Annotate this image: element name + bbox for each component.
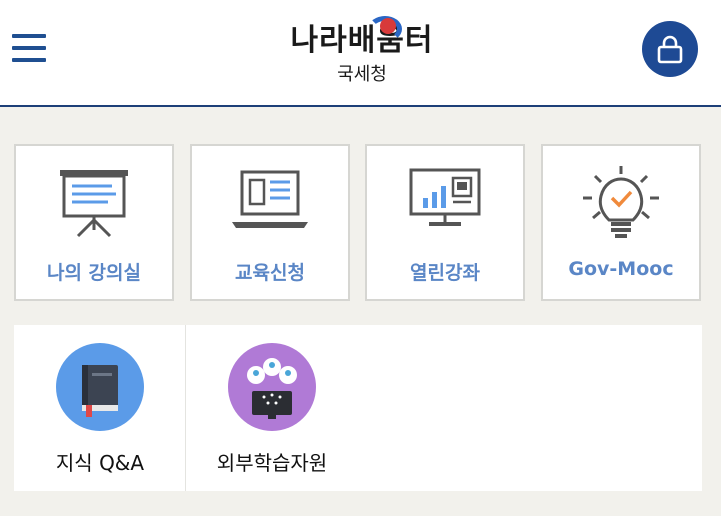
tile-gov-mooc[interactable]: Gov-Mooc — [541, 144, 701, 301]
menu-button[interactable] — [12, 32, 48, 64]
logo-dot-icon — [380, 18, 396, 34]
logo-title: 나라배움터 — [290, 23, 434, 58]
quick-menu-tiles: 나의 강의실 교육신청 열린강좌 Gov-Mooc — [14, 144, 706, 301]
monitor-chart-icon — [367, 164, 523, 244]
tile-label: 나의 강의실 — [46, 262, 141, 284]
book-icon — [56, 343, 144, 431]
resource-knowledge-qa[interactable]: 지식 Q&A — [14, 325, 186, 491]
presentation-board-icon — [16, 164, 172, 244]
site-logo[interactable]: 나라배움터 국세청 — [262, 14, 462, 100]
hamburger-menu-icon — [12, 34, 46, 38]
learning-resources-panel: 지식 Q&A 외부학습자원 — [14, 325, 702, 491]
tile-open-lectures[interactable]: 열린강좌 — [365, 144, 525, 301]
app-header: 나라배움터 국세청 — [0, 0, 721, 107]
tile-my-classroom[interactable]: 나의 강의실 — [14, 144, 174, 301]
resource-label: 지식 Q&A — [55, 451, 145, 475]
laptop-icon — [192, 164, 348, 244]
network-users-icon — [228, 343, 316, 431]
tile-label: Gov-Mooc — [568, 258, 674, 280]
tile-label: 열린강좌 — [410, 262, 480, 284]
hamburger-menu-icon-bar — [12, 46, 46, 50]
resource-external-learning[interactable]: 외부학습자원 — [186, 325, 358, 491]
tile-course-registration[interactable]: 교육신청 — [190, 144, 350, 301]
tile-label: 교육신청 — [235, 262, 305, 284]
login-button[interactable] — [642, 21, 698, 77]
lightbulb-icon — [543, 164, 699, 244]
resource-label: 외부학습자원 — [216, 451, 328, 475]
hamburger-menu-icon-bar — [12, 58, 46, 62]
lock-icon — [657, 35, 683, 64]
